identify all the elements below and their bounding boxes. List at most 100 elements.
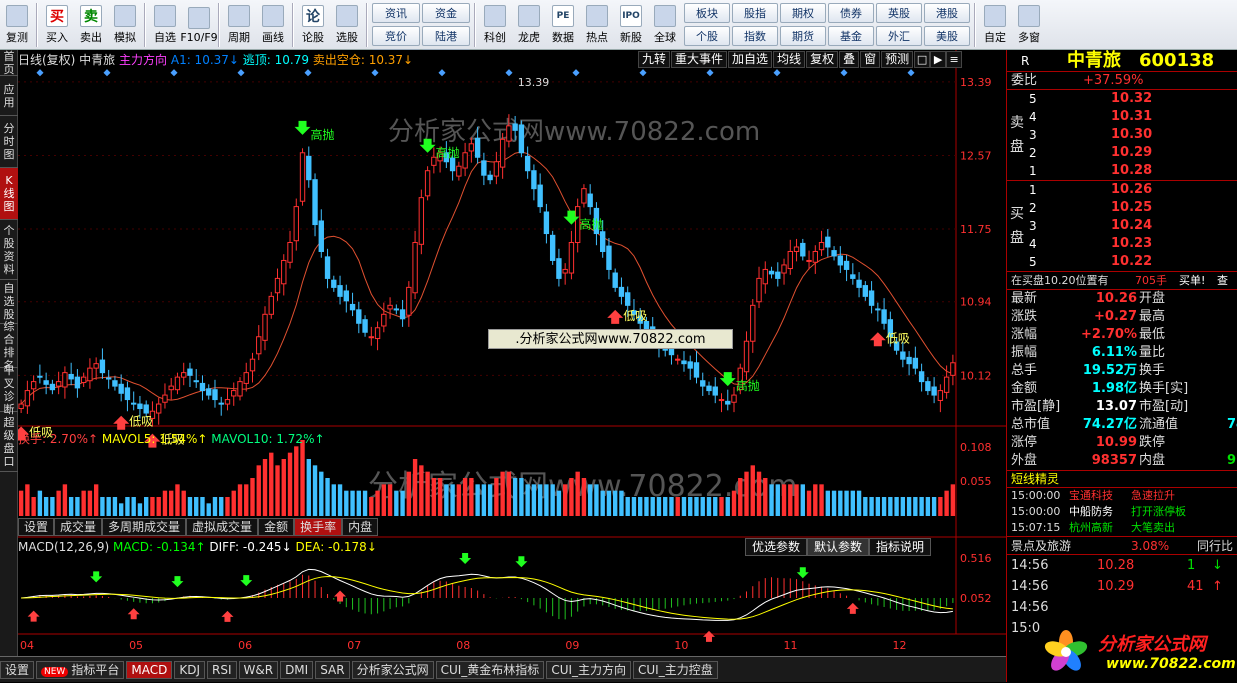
sector-name[interactable]: 景点及旅游: [1011, 537, 1071, 555]
bids-row[interactable]: 2 10.25: [1007, 199, 1237, 217]
bids-row[interactable]: 3 10.24: [1007, 217, 1237, 235]
volume-subtab[interactable]: 虚拟成交量: [186, 518, 259, 536]
candle-body: [274, 277, 281, 294]
buy-button[interactable]: 买买入: [40, 0, 74, 50]
market-button[interactable]: 板块: [684, 3, 730, 23]
f10-button[interactable]: F10/F9: [180, 0, 218, 50]
candle-body: [37, 375, 43, 378]
indicator-tab[interactable]: CUI_黄金布林指标: [435, 660, 545, 679]
sidebar-item[interactable]: 牛叉诊断: [0, 364, 18, 416]
sidebar-item[interactable]: 应用: [0, 76, 18, 116]
indicator-tab[interactable]: RSI: [207, 660, 237, 679]
kline-tool-button[interactable]: 九转: [638, 51, 671, 68]
volume-subtab[interactable]: 多周期成交量: [102, 518, 187, 536]
kline-chart-area[interactable]: 13.39 12.57 11.75 10.94 10.12 0.108 0.055 0.516…: [18, 50, 1006, 656]
indicator-tab[interactable]: CUI_主力方向: [546, 660, 632, 679]
hot-button[interactable]: 热点: [580, 0, 614, 50]
sidebar-item[interactable]: K线图: [0, 168, 18, 220]
sidebar-item[interactable]: 超级盘口: [0, 412, 18, 472]
volume-subtab[interactable]: 设置: [18, 518, 55, 536]
clock-button[interactable]: 周期: [222, 0, 256, 50]
volume-subtab[interactable]: 内盘: [342, 518, 379, 536]
hammer-button[interactable]: 模拟: [108, 0, 142, 50]
indicator-tab[interactable]: W&R: [238, 660, 279, 679]
indicator-tab[interactable]: 设置: [0, 660, 35, 679]
sidebar-item[interactable]: 分时图: [0, 116, 18, 168]
kline-tool-button[interactable]: 叠: [839, 51, 860, 68]
elf-title[interactable]: 短线精灵: [1011, 471, 1059, 488]
market-button[interactable]: 港股: [924, 3, 970, 23]
peer-compare-button[interactable]: 同行比: [1197, 537, 1233, 555]
market-button[interactable]: 个股: [684, 26, 730, 46]
elf-row[interactable]: 15:00:00 宝通科技 急速拉升: [1007, 488, 1237, 504]
pencil-button[interactable]: 画线: [256, 0, 290, 50]
kline-tool-button[interactable]: 复权: [806, 51, 839, 68]
select-stock-button[interactable]: 选股: [330, 0, 364, 50]
grid-button[interactable]: 资讯: [372, 3, 420, 23]
volume-subtab[interactable]: 换手率: [294, 518, 343, 536]
dragon-tiger-button[interactable]: 龙虎: [512, 0, 546, 50]
globe-button[interactable]: 全球: [648, 0, 682, 50]
indicator-name[interactable]: 主力方向: [119, 53, 167, 67]
sidebar-item[interactable]: 首页: [0, 50, 18, 76]
market-button[interactable]: 基金: [828, 26, 874, 46]
custom-button[interactable]: 自定: [978, 0, 1012, 50]
grid-button[interactable]: 竞价: [372, 26, 420, 46]
candle-body: [937, 390, 944, 401]
market-button[interactable]: 股指: [732, 3, 778, 23]
sidebar-item[interactable]: 自选股: [0, 280, 18, 324]
sell-button[interactable]: 卖卖出: [74, 0, 108, 50]
market-button[interactable]: 英股: [876, 3, 922, 23]
asks-row[interactable]: 5 10.32: [1007, 90, 1237, 108]
market-button[interactable]: 债券: [828, 3, 874, 23]
notice-query-button[interactable]: 查: [1217, 272, 1228, 290]
pe-button[interactable]: PE 数据: [546, 0, 580, 50]
kline-tool-button[interactable]: 窗: [860, 51, 881, 68]
multi-window-button[interactable]: 多窗: [1012, 0, 1046, 50]
lock-icon[interactable]: □: [914, 51, 931, 68]
sidebar-item[interactable]: 综合排名: [0, 320, 18, 372]
market-button[interactable]: 指数: [732, 26, 778, 46]
kechuang-button[interactable]: 科创: [478, 0, 512, 50]
kline-tool-button[interactable]: 均线: [773, 51, 806, 68]
promo-banner[interactable]: .分析家公式网www.70822.com: [488, 329, 733, 349]
kline-tool-button[interactable]: 预测: [881, 51, 914, 68]
volume-subtab[interactable]: 成交量: [54, 518, 103, 536]
asks-row[interactable]: 3 10.30: [1007, 126, 1237, 144]
kline-tool-button[interactable]: 重大事件: [671, 51, 728, 68]
indicator-tab[interactable]: NEW 指标平台: [36, 660, 125, 679]
bids-row[interactable]: 5 10.22: [1007, 253, 1237, 271]
indicator-tab[interactable]: CUI_主力控盘: [633, 660, 718, 679]
bids-row[interactable]: 4 10.23: [1007, 235, 1237, 253]
indicator-tab[interactable]: SAR: [315, 660, 350, 679]
indicator-tab[interactable]: 分析家公式网: [351, 660, 434, 679]
replay-button[interactable]: 复测: [0, 0, 34, 50]
volume-subtab[interactable]: 金额: [258, 518, 295, 536]
macd-param-button[interactable]: 指标说明: [869, 538, 932, 556]
asks-row[interactable]: 4 10.31: [1007, 108, 1237, 126]
macd-param-button[interactable]: 默认参数: [807, 538, 870, 556]
asks-row[interactable]: 1 10.28: [1007, 162, 1237, 180]
menu-icon[interactable]: ≡: [946, 51, 963, 68]
market-button[interactable]: 期货: [780, 26, 826, 46]
elf-row[interactable]: 15:00:00 中船防务 打开涨停板: [1007, 504, 1237, 520]
indicator-tab[interactable]: MACD: [126, 660, 173, 679]
elf-row[interactable]: 15:07:15 杭州高新 大笔卖出: [1007, 520, 1237, 536]
candle-body: [337, 285, 343, 297]
market-button[interactable]: 美股: [924, 26, 970, 46]
asks-row[interactable]: 2 10.29: [1007, 144, 1237, 162]
sidebar-item[interactable]: 个股资料: [0, 220, 18, 280]
market-button[interactable]: 外汇: [876, 26, 922, 46]
kline-tool-button[interactable]: 加自选: [728, 51, 773, 68]
discuss-button[interactable]: 论论股: [296, 0, 330, 50]
market-button[interactable]: 期权: [780, 3, 826, 23]
bids-row[interactable]: 1 10.26: [1007, 181, 1237, 199]
right-arrow-icon[interactable]: ▶: [930, 51, 947, 68]
ipo-button[interactable]: IPO 新股: [614, 0, 648, 50]
indicator-tab[interactable]: DMI: [280, 660, 314, 679]
indicator-tab[interactable]: KDJ: [174, 660, 205, 679]
grid-button[interactable]: 资金: [422, 3, 470, 23]
star-button[interactable]: 自选: [148, 0, 182, 50]
macd-param-button[interactable]: 优选参数: [745, 538, 808, 556]
grid-button[interactable]: 陆港: [422, 26, 470, 46]
